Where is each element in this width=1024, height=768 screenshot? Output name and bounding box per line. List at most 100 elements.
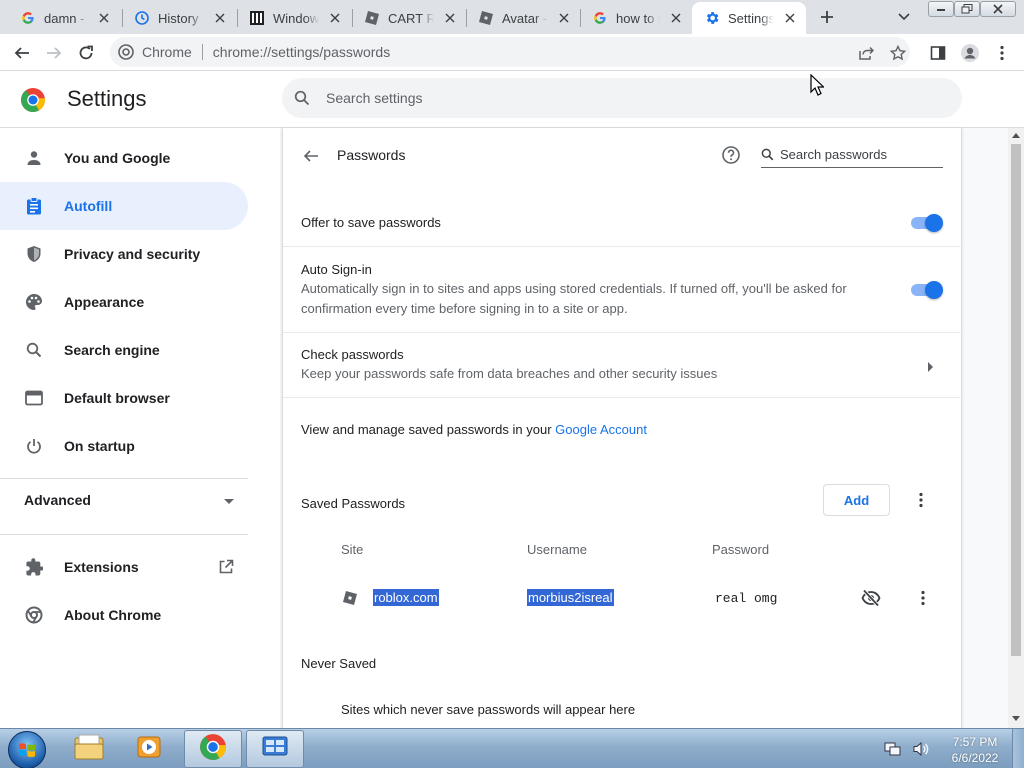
auto-signin-toggle[interactable]: [909, 280, 943, 300]
close-icon[interactable]: [212, 10, 228, 26]
tab-settings[interactable]: Settings: [692, 2, 806, 34]
taskbar-clock[interactable]: 7:57 PM 6/6/2022: [940, 734, 1010, 766]
close-icon[interactable]: [327, 10, 343, 26]
chrome-logo-icon: [20, 87, 46, 113]
settings-search-input[interactable]: [326, 90, 886, 106]
open-in-new-icon: [218, 559, 234, 575]
tab-title: Windows: [273, 10, 319, 26]
sidebar-item-on-startup[interactable]: On startup: [0, 422, 248, 470]
scroll-down-arrow-icon[interactable]: [1012, 716, 1020, 721]
sidebar-item-search-engine[interactable]: Search engine: [0, 326, 248, 374]
back-arrow-icon[interactable]: [10, 41, 34, 65]
help-icon[interactable]: [721, 145, 741, 165]
sidebar-item-about-chrome[interactable]: About Chrome: [0, 591, 248, 639]
settings-search-box[interactable]: [282, 78, 962, 118]
saved-site[interactable]: roblox.com: [373, 589, 439, 606]
tab-history[interactable]: History: [122, 2, 236, 34]
row-divider: [283, 246, 963, 247]
menu-kebab-icon[interactable]: [990, 41, 1014, 65]
network-icon[interactable]: [884, 741, 902, 757]
tab-title: Avatar - R: [502, 10, 548, 26]
sidebar-advanced-toggle[interactable]: Advanced: [24, 492, 234, 508]
taskbar-explorer[interactable]: [60, 730, 118, 768]
side-panel-icon[interactable]: [926, 41, 950, 65]
show-desktop-button[interactable]: [1012, 729, 1024, 768]
check-passwords-row[interactable]: Check passwords Keep your passwords safe…: [283, 333, 963, 397]
column-header-username: Username: [527, 542, 587, 557]
passwords-card: Passwords Offer to save passwords Auto S…: [282, 128, 963, 728]
bookmark-star-icon[interactable]: [886, 41, 910, 65]
manage-passwords-text: View and manage saved passwords in your …: [301, 422, 647, 437]
profile-avatar-icon[interactable]: [958, 41, 982, 65]
windows-taskbar: 7:57 PM 6/6/2022: [0, 728, 1024, 768]
start-button[interactable]: [8, 731, 46, 768]
close-icon[interactable]: [556, 10, 572, 26]
clock-time: 7:57 PM: [952, 735, 998, 749]
more-vert-icon[interactable]: [919, 492, 923, 513]
more-vert-icon[interactable]: [921, 590, 925, 611]
taskbar-media-player[interactable]: [120, 730, 178, 768]
sidebar-item-label: Appearance: [64, 294, 145, 310]
page-scrollbar[interactable]: [1008, 128, 1024, 728]
offer-to-save-toggle[interactable]: [909, 213, 943, 233]
history-icon: [134, 10, 150, 26]
settings-title: Settings: [67, 86, 147, 111]
new-tab-button[interactable]: [816, 6, 838, 28]
check-passwords-description: Keep your passwords safe from data breac…: [301, 366, 718, 381]
settings-sidebar: You and Google Autofill Privacy and secu…: [0, 128, 280, 728]
address-bar[interactable]: Chrome chrome://settings/passwords: [110, 37, 910, 67]
scrollbar-thumb[interactable]: [1011, 144, 1021, 656]
tab-cart-ride[interactable]: CART RID: [352, 2, 466, 34]
tab-title: how to fi: [616, 10, 660, 26]
reload-icon[interactable]: [74, 41, 98, 65]
password-search-box[interactable]: [761, 142, 943, 168]
tab-avatar[interactable]: Avatar - R: [466, 2, 580, 34]
tab-windows[interactable]: Windows: [237, 2, 351, 34]
close-icon[interactable]: [668, 10, 684, 26]
forward-arrow-icon[interactable]: [42, 41, 66, 65]
close-icon[interactable]: [96, 10, 112, 26]
sidebar-item-label: Extensions: [64, 559, 139, 575]
visibility-off-icon[interactable]: [861, 588, 881, 613]
restore-button[interactable]: [954, 1, 980, 17]
back-arrow-icon[interactable]: [301, 146, 321, 166]
puzzle-piece-icon: [24, 557, 44, 577]
sidebar-item-extensions[interactable]: Extensions: [0, 543, 248, 591]
scroll-up-arrow-icon[interactable]: [1012, 133, 1020, 138]
tab-search-chevron-icon[interactable]: [895, 8, 913, 26]
folder-icon: [73, 733, 105, 766]
sidebar-item-default-browser[interactable]: Default browser: [0, 374, 248, 422]
sidebar-item-you-and-google[interactable]: You and Google: [0, 134, 248, 182]
sidebar-item-privacy[interactable]: Privacy and security: [0, 230, 248, 278]
browser-window-icon: [24, 388, 44, 408]
offer-to-save-label: Offer to save passwords: [301, 215, 441, 230]
sidebar-item-autofill[interactable]: Autofill: [0, 182, 248, 230]
volume-icon[interactable]: [912, 741, 930, 757]
add-password-button[interactable]: Add: [823, 484, 890, 516]
tab-title: Settings: [728, 10, 774, 26]
passwords-page-title: Passwords: [337, 147, 406, 163]
close-icon[interactable]: [782, 10, 798, 26]
site-label: Chrome: [142, 44, 192, 60]
system-tray: [884, 729, 930, 768]
close-window-button[interactable]: [980, 1, 1016, 17]
tab-title: History: [158, 10, 199, 26]
media-player-icon: [135, 733, 163, 766]
tab-google-search[interactable]: damn - G: [8, 2, 120, 34]
taskbar-control-panel[interactable]: [246, 730, 304, 768]
taskbar-chrome[interactable]: [184, 730, 242, 768]
tab-how-to[interactable]: how to fi: [580, 2, 692, 34]
sidebar-item-appearance[interactable]: Appearance: [0, 278, 248, 326]
google-account-link[interactable]: Google Account: [555, 422, 647, 437]
sidebar-item-label: About Chrome: [64, 607, 162, 623]
column-header-password: Password: [712, 542, 770, 557]
share-icon[interactable]: [854, 41, 878, 65]
password-list-item: roblox.com morbius2isreal real omg: [283, 576, 963, 620]
password-search-input[interactable]: [780, 147, 938, 162]
close-icon[interactable]: [442, 10, 458, 26]
clock-date: 6/6/2022: [951, 751, 999, 765]
minimize-button[interactable]: [928, 1, 954, 17]
url-text[interactable]: chrome://settings/passwords: [213, 44, 390, 60]
saved-username[interactable]: morbius2isreal: [527, 589, 614, 606]
palette-icon: [24, 292, 44, 312]
